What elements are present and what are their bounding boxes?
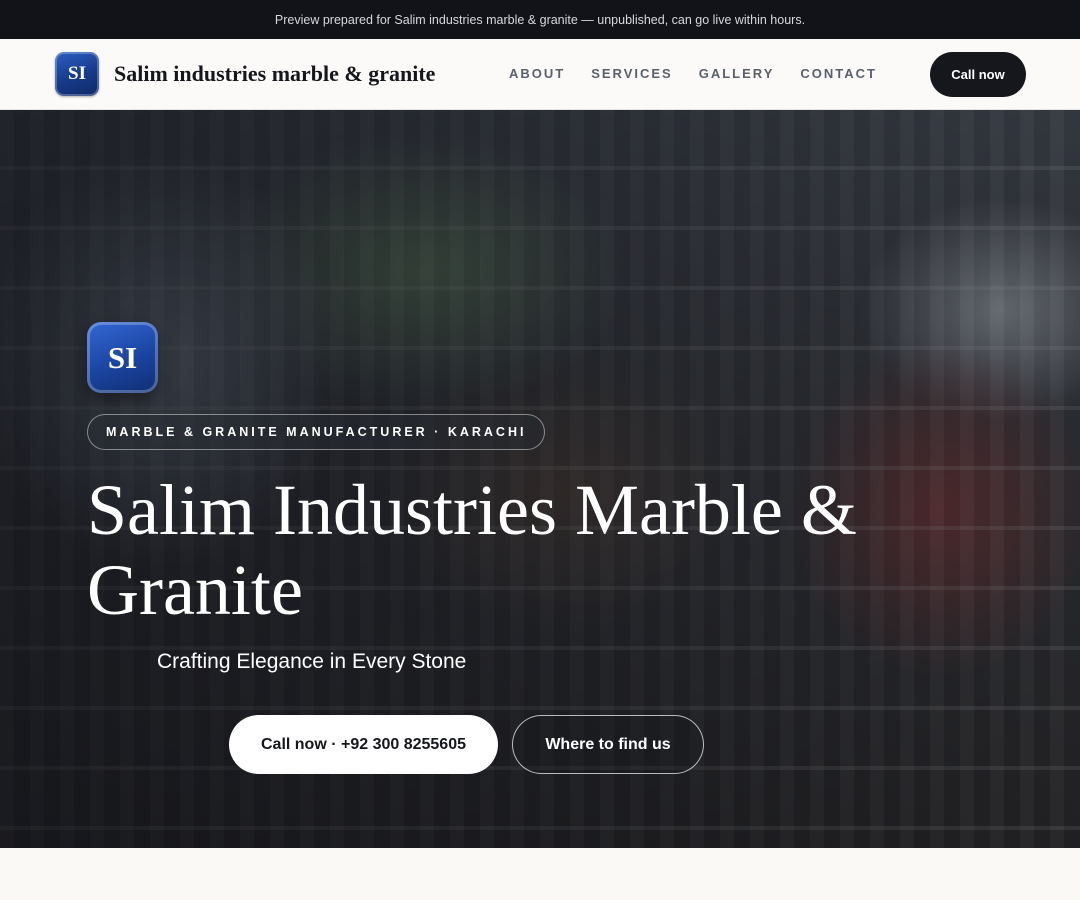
preview-banner: Preview prepared for Salim industries ma… bbox=[0, 0, 1080, 39]
hero-subtitle: Crafting Elegance in Every Stone bbox=[157, 650, 467, 673]
hero-title: Salim Industries Marble & Granite bbox=[87, 470, 857, 630]
preview-banner-text: Preview prepared for Salim industries ma… bbox=[274, 12, 806, 27]
nav-link-services[interactable]: SERVICES bbox=[591, 66, 673, 81]
header-call-button[interactable]: Call now bbox=[930, 52, 1026, 97]
hero-logo: SI bbox=[87, 322, 158, 393]
brand-logo[interactable]: SI bbox=[55, 52, 99, 96]
main-nav: ABOUT SERVICES GALLERY CONTACT bbox=[509, 66, 877, 81]
site-header: SI Salim industries marble & granite ABO… bbox=[0, 39, 1080, 110]
find-us-button[interactable]: Where to find us bbox=[512, 715, 704, 774]
brand-name[interactable]: Salim industries marble & granite bbox=[114, 61, 435, 87]
nav-link-contact[interactable]: CONTACT bbox=[800, 66, 877, 81]
nav-link-gallery[interactable]: GALLERY bbox=[699, 66, 775, 81]
call-now-button[interactable]: Call now · +92 300 8255605 bbox=[229, 715, 498, 774]
hero-section: SI MARBLE & GRANITE MANUFACTURER · KARAC… bbox=[0, 110, 1080, 848]
hero-tagline-badge: MARBLE & GRANITE MANUFACTURER · KARACHI bbox=[87, 414, 546, 450]
nav-link-about[interactable]: ABOUT bbox=[509, 66, 565, 81]
